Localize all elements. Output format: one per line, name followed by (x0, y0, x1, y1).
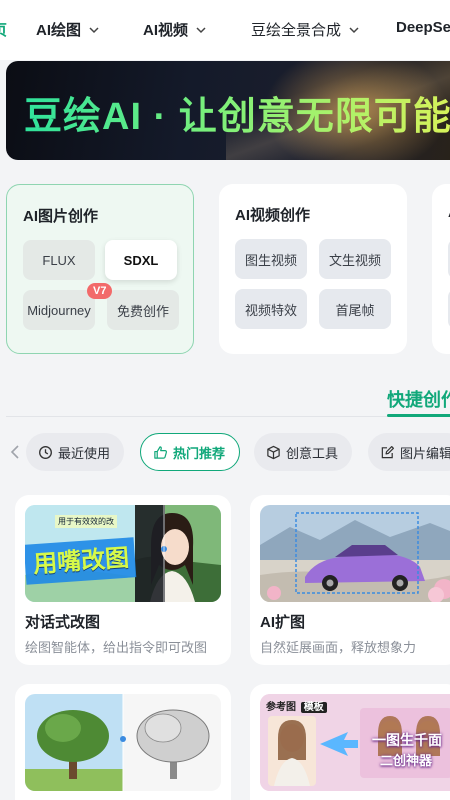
chevron-down-icon (196, 26, 206, 33)
thumb-headline: 用嘴改图 (32, 544, 131, 579)
thumb-tag: 参考图 模板 (266, 698, 327, 713)
nav-item-panorama[interactable]: 豆绘全景合成 (251, 19, 359, 40)
feature-title: AI扩图 (260, 614, 306, 631)
promo-banner[interactable]: 豆绘AI · 让创意无限可能 (6, 61, 450, 160)
feature-card-reference[interactable]: 参考图 模板 一图生千面 二创神器 (250, 684, 450, 800)
filter-hot[interactable]: 热门推荐 (140, 433, 241, 471)
thumb-tag-badge: 模板 (300, 702, 327, 713)
filter-label: 热门推荐 (173, 445, 226, 461)
chip-midjourney[interactable]: Midjourney (23, 290, 95, 330)
video-creation-card: AI视频创作 图生视频 文生视频 视频特效 首尾帧 (219, 184, 407, 354)
feature-thumbnail: 参考图 模板 一图生千面 二创神器 (260, 694, 450, 791)
nav-item-ai-draw[interactable]: AI绘图 (36, 19, 99, 40)
scroll-left-icon[interactable] (10, 445, 20, 459)
edit-icon (381, 445, 395, 458)
tree-sketch-illustration (25, 694, 221, 791)
car-expand-illustration (260, 505, 450, 602)
app-screen: 页 AI绘图 AI视频 豆绘全景合成 DeepSe 豆绘AI · 让创意无限可能… (0, 0, 450, 800)
feature-thumbnail: 用于有效效的改 用嘴改图 (25, 505, 221, 602)
chip-sdxl[interactable]: SDXL (105, 240, 177, 280)
cube-icon (267, 445, 280, 459)
tab-underline (387, 414, 450, 417)
feature-title: 对话式改图 (25, 614, 101, 631)
filter-label: 图片编辑 (400, 445, 450, 461)
filter-creative-tools[interactable]: 创意工具 (254, 433, 353, 471)
feature-card-chat-edit[interactable]: 用于有效效的改 用嘴改图 对话式改图 绘图智能体，给出指令即可改图 (15, 495, 231, 665)
third-creation-card: A (432, 184, 450, 354)
nav-label: AI绘图 (36, 22, 82, 39)
version-badge: V7 (87, 283, 113, 299)
chevron-down-icon (349, 26, 359, 33)
top-nav: 页 AI绘图 AI视频 豆绘全景合成 DeepSe (0, 0, 450, 60)
nav-item-home[interactable]: 页 (0, 19, 7, 40)
feature-card-expand[interactable]: AI扩图 自然延展画面，释放想象力 (250, 495, 450, 665)
feature-desc: 自然延展画面，释放想象力 (260, 640, 417, 655)
filter-label: 最近使用 (58, 445, 111, 461)
card-title: AI视频创作 (235, 207, 311, 224)
feature-card-sketch[interactable] (15, 684, 231, 800)
chip-video-effects[interactable]: 视频特效 (235, 289, 307, 329)
filter-recent[interactable]: 最近使用 (26, 433, 125, 471)
chip-free-create[interactable]: 免费创作 (107, 290, 179, 330)
tab-quick-create[interactable]: 快捷创作 (387, 386, 450, 412)
clock-icon (39, 445, 52, 459)
nav-label: DeepSe (396, 19, 450, 36)
nav-label: AI视频 (143, 22, 189, 39)
chip-image-to-video[interactable]: 图生视频 (235, 239, 307, 279)
thumbs-up-icon (154, 445, 167, 459)
thumb-headline: 一图生千面 (372, 732, 442, 748)
banner-text: 豆绘AI · 让创意无限可能 (24, 85, 450, 140)
filter-label: 创意工具 (286, 445, 339, 461)
nav-item-deepseek[interactable]: DeepSe (396, 19, 450, 36)
feature-thumbnail (260, 505, 450, 602)
chip-flux[interactable]: FLUX (23, 240, 95, 280)
thumb-subtitle: 用于有效效的改 (55, 515, 117, 528)
feature-desc: 绘图智能体，给出指令即可改图 (25, 640, 208, 655)
chevron-down-icon (89, 26, 99, 33)
thumb-tag-text: 参考图 (266, 702, 296, 713)
filter-image-edit[interactable]: 图片编辑 (368, 433, 450, 471)
card-title: AI图片创作 (23, 208, 99, 225)
nav-label: 页 (0, 19, 7, 40)
chip-first-last-frame[interactable]: 首尾帧 (319, 289, 391, 329)
nav-item-ai-video[interactable]: AI视频 (143, 19, 206, 40)
feature-thumbnail (25, 694, 221, 791)
image-creation-card: AI图片创作 FLUX SDXL Midjourney 免费创作 V7 (6, 184, 194, 354)
section-divider (6, 416, 450, 417)
chip-text-to-video[interactable]: 文生视频 (319, 239, 391, 279)
thumb-subline: 二创神器 (380, 753, 433, 768)
nav-label: 豆绘全景合成 (251, 22, 342, 39)
